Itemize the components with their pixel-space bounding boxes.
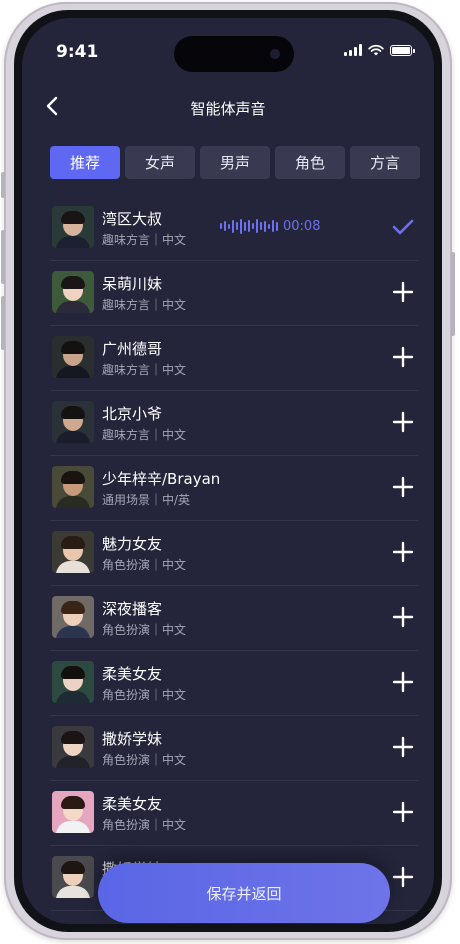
audio-waveform-icon <box>220 218 278 234</box>
tab-female-voice[interactable]: 女声 <box>125 146 195 179</box>
checkmark-icon <box>392 219 414 235</box>
avatar <box>52 661 94 703</box>
screen: 9:41 智能体声音 推荐 女声 男声 角色 方言 湾区大叔 趣味方言｜中文 0… <box>22 18 434 924</box>
page-title: 智能体声音 <box>190 100 266 118</box>
avatar <box>52 856 94 898</box>
mute-switch <box>1 172 5 198</box>
avatar <box>52 271 94 313</box>
voice-name: 湾区大叔 <box>102 210 163 228</box>
plus-icon <box>392 736 414 758</box>
add-voice-button[interactable] <box>388 342 418 372</box>
voice-name: 深夜播客 <box>102 600 163 618</box>
voice-row[interactable]: 撒娇学妹 角色扮演｜中文 <box>50 716 418 781</box>
add-voice-button[interactable] <box>388 797 418 827</box>
voice-name: 呆萌川妹 <box>102 275 163 293</box>
voice-subtitle: 趣味方言｜中文 <box>102 363 187 377</box>
audio-duration: 00:08 <box>283 219 321 234</box>
voice-row[interactable]: 北京小爷 趣味方言｜中文 <box>50 391 418 456</box>
battery-icon <box>390 44 415 56</box>
voice-row[interactable]: 柔美女友 角色扮演｜中文 <box>50 651 418 716</box>
add-voice-button[interactable] <box>388 472 418 502</box>
voice-list: 湾区大叔 趣味方言｜中文 00:08 呆萌川妹 趣味方言｜中文 广州德哥 趣味方… <box>50 196 418 911</box>
voice-row[interactable]: 少年梓辛/Brayan 通用场景｜中/英 <box>50 456 418 521</box>
voice-row[interactable]: 湾区大叔 趣味方言｜中文 00:08 <box>50 196 418 261</box>
voice-row[interactable]: 深夜播客 角色扮演｜中文 <box>50 586 418 651</box>
add-voice-button[interactable] <box>388 407 418 437</box>
select-voice-button[interactable] <box>388 212 418 242</box>
plus-icon <box>392 866 414 888</box>
status-time: 9:41 <box>56 42 99 62</box>
voice-name: 柔美女友 <box>102 795 163 813</box>
avatar <box>52 531 94 573</box>
avatar <box>52 726 94 768</box>
voice-subtitle: 趣味方言｜中文 <box>102 233 187 247</box>
voice-subtitle: 角色扮演｜中文 <box>102 818 187 832</box>
voice-row[interactable]: 呆萌川妹 趣味方言｜中文 <box>50 261 418 326</box>
save-and-return-button[interactable]: 保存并返回 <box>98 863 390 923</box>
voice-subtitle: 通用场景｜中/英 <box>102 493 191 507</box>
add-voice-button[interactable] <box>388 732 418 762</box>
tab-character[interactable]: 角色 <box>275 146 345 179</box>
plus-icon <box>392 671 414 693</box>
bezel: 9:41 智能体声音 推荐 女声 男声 角色 方言 湾区大叔 趣味方言｜中文 0… <box>14 10 442 932</box>
power-button <box>451 252 455 336</box>
voice-subtitle: 趣味方言｜中文 <box>102 298 187 312</box>
avatar <box>52 401 94 443</box>
avatar <box>52 791 94 833</box>
voice-subtitle: 趣味方言｜中文 <box>102 428 187 442</box>
voice-subtitle: 角色扮演｜中文 <box>102 753 187 767</box>
add-voice-button[interactable] <box>388 537 418 567</box>
voice-row[interactable]: 魅力女友 角色扮演｜中文 <box>50 521 418 586</box>
plus-icon <box>392 801 414 823</box>
plus-icon <box>392 411 414 433</box>
category-tabs: 推荐 女声 男声 角色 方言 <box>50 146 420 179</box>
voice-name: 北京小爷 <box>102 405 163 423</box>
avatar <box>52 206 94 248</box>
voice-subtitle: 角色扮演｜中文 <box>102 688 187 702</box>
status-icons <box>344 44 415 56</box>
plus-icon <box>392 476 414 498</box>
nav-bar: 智能体声音 <box>22 88 434 128</box>
volume-up-button <box>1 230 5 284</box>
voice-row[interactable]: 柔美女友 角色扮演｜中文 <box>50 781 418 846</box>
voice-name: 少年梓辛/Brayan <box>102 470 221 488</box>
wifi-icon <box>368 44 384 56</box>
voice-name: 广州德哥 <box>102 340 163 358</box>
camera-icon <box>270 49 280 59</box>
plus-icon <box>392 346 414 368</box>
add-voice-button[interactable] <box>388 277 418 307</box>
avatar <box>52 596 94 638</box>
plus-icon <box>392 606 414 628</box>
phone-frame: 9:41 智能体声音 推荐 女声 男声 角色 方言 湾区大叔 趣味方言｜中文 0… <box>1 2 455 940</box>
voice-name: 柔美女友 <box>102 665 163 683</box>
voice-name: 撒娇学妹 <box>102 730 163 748</box>
volume-down-button <box>1 296 5 350</box>
add-voice-button[interactable] <box>388 862 418 892</box>
tab-male-voice[interactable]: 男声 <box>200 146 270 179</box>
avatar <box>52 336 94 378</box>
voice-subtitle: 角色扮演｜中文 <box>102 558 187 572</box>
plus-icon <box>392 281 414 303</box>
voice-row[interactable]: 广州德哥 趣味方言｜中文 <box>50 326 418 391</box>
dynamic-island <box>174 36 294 72</box>
tab-dialect[interactable]: 方言 <box>350 146 420 179</box>
voice-subtitle: 角色扮演｜中文 <box>102 623 187 637</box>
plus-icon <box>392 541 414 563</box>
add-voice-button[interactable] <box>388 667 418 697</box>
tab-recommended[interactable]: 推荐 <box>50 146 120 179</box>
voice-name: 魅力女友 <box>102 535 163 553</box>
cellular-signal-icon <box>344 44 362 56</box>
add-voice-button[interactable] <box>388 602 418 632</box>
avatar <box>52 466 94 508</box>
